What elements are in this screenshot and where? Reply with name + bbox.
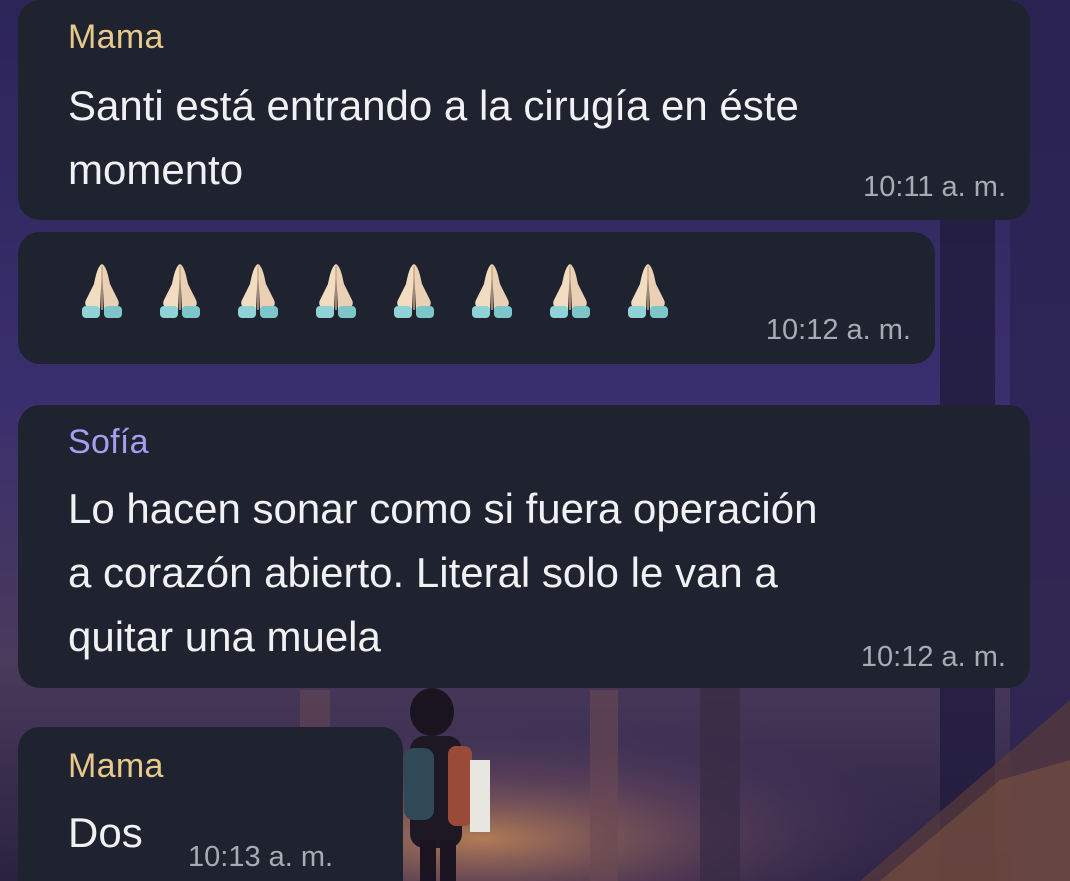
folded-hands-icon bbox=[82, 264, 122, 318]
message-timestamp: 10:11 a. m. bbox=[863, 171, 1006, 203]
message-bubble[interactable]: 10:12 a. m. bbox=[18, 232, 935, 364]
message-bubble[interactable]: Mama Dos 10:13 a. m. bbox=[18, 727, 403, 881]
message-timestamp: 10:12 a. m. bbox=[765, 314, 911, 346]
message-bubble[interactable]: Mama Santi está entrando a la cirugía en… bbox=[18, 0, 1030, 220]
message-text: Dos bbox=[68, 801, 143, 865]
message-line: a corazón abierto. Literal solo le van a bbox=[68, 549, 778, 596]
folded-hands-icon bbox=[238, 264, 278, 318]
folded-hands-icon bbox=[394, 264, 434, 318]
message-line: momento bbox=[68, 146, 244, 193]
sender-name: Mama bbox=[68, 18, 164, 56]
folded-hands-icon bbox=[472, 264, 512, 318]
message-timestamp: 10:13 a. m. bbox=[188, 841, 334, 873]
message-line: quitar una muela bbox=[68, 613, 381, 660]
sender-name: Sofía bbox=[68, 423, 149, 461]
sender-name: Mama bbox=[68, 747, 164, 785]
message-line: Dos bbox=[68, 809, 143, 856]
message-line: Lo hacen sonar como si fuera operación bbox=[68, 485, 818, 532]
folded-hands-icon bbox=[316, 264, 356, 318]
message-line: Santi está entrando a la cirugía en éste bbox=[68, 82, 799, 129]
emoji-row bbox=[74, 260, 676, 322]
folded-hands-icon bbox=[160, 264, 200, 318]
message-text: Lo hacen sonar como si fuera operación a… bbox=[68, 477, 817, 669]
message-timestamp: 10:12 a. m. bbox=[860, 641, 1006, 673]
folded-hands-icon bbox=[628, 264, 668, 318]
message-bubble[interactable]: Sofía Lo hacen sonar como si fuera opera… bbox=[18, 405, 1030, 688]
folded-hands-icon bbox=[550, 264, 590, 318]
message-text: Santi está entrando a la cirugía en éste… bbox=[68, 74, 799, 202]
